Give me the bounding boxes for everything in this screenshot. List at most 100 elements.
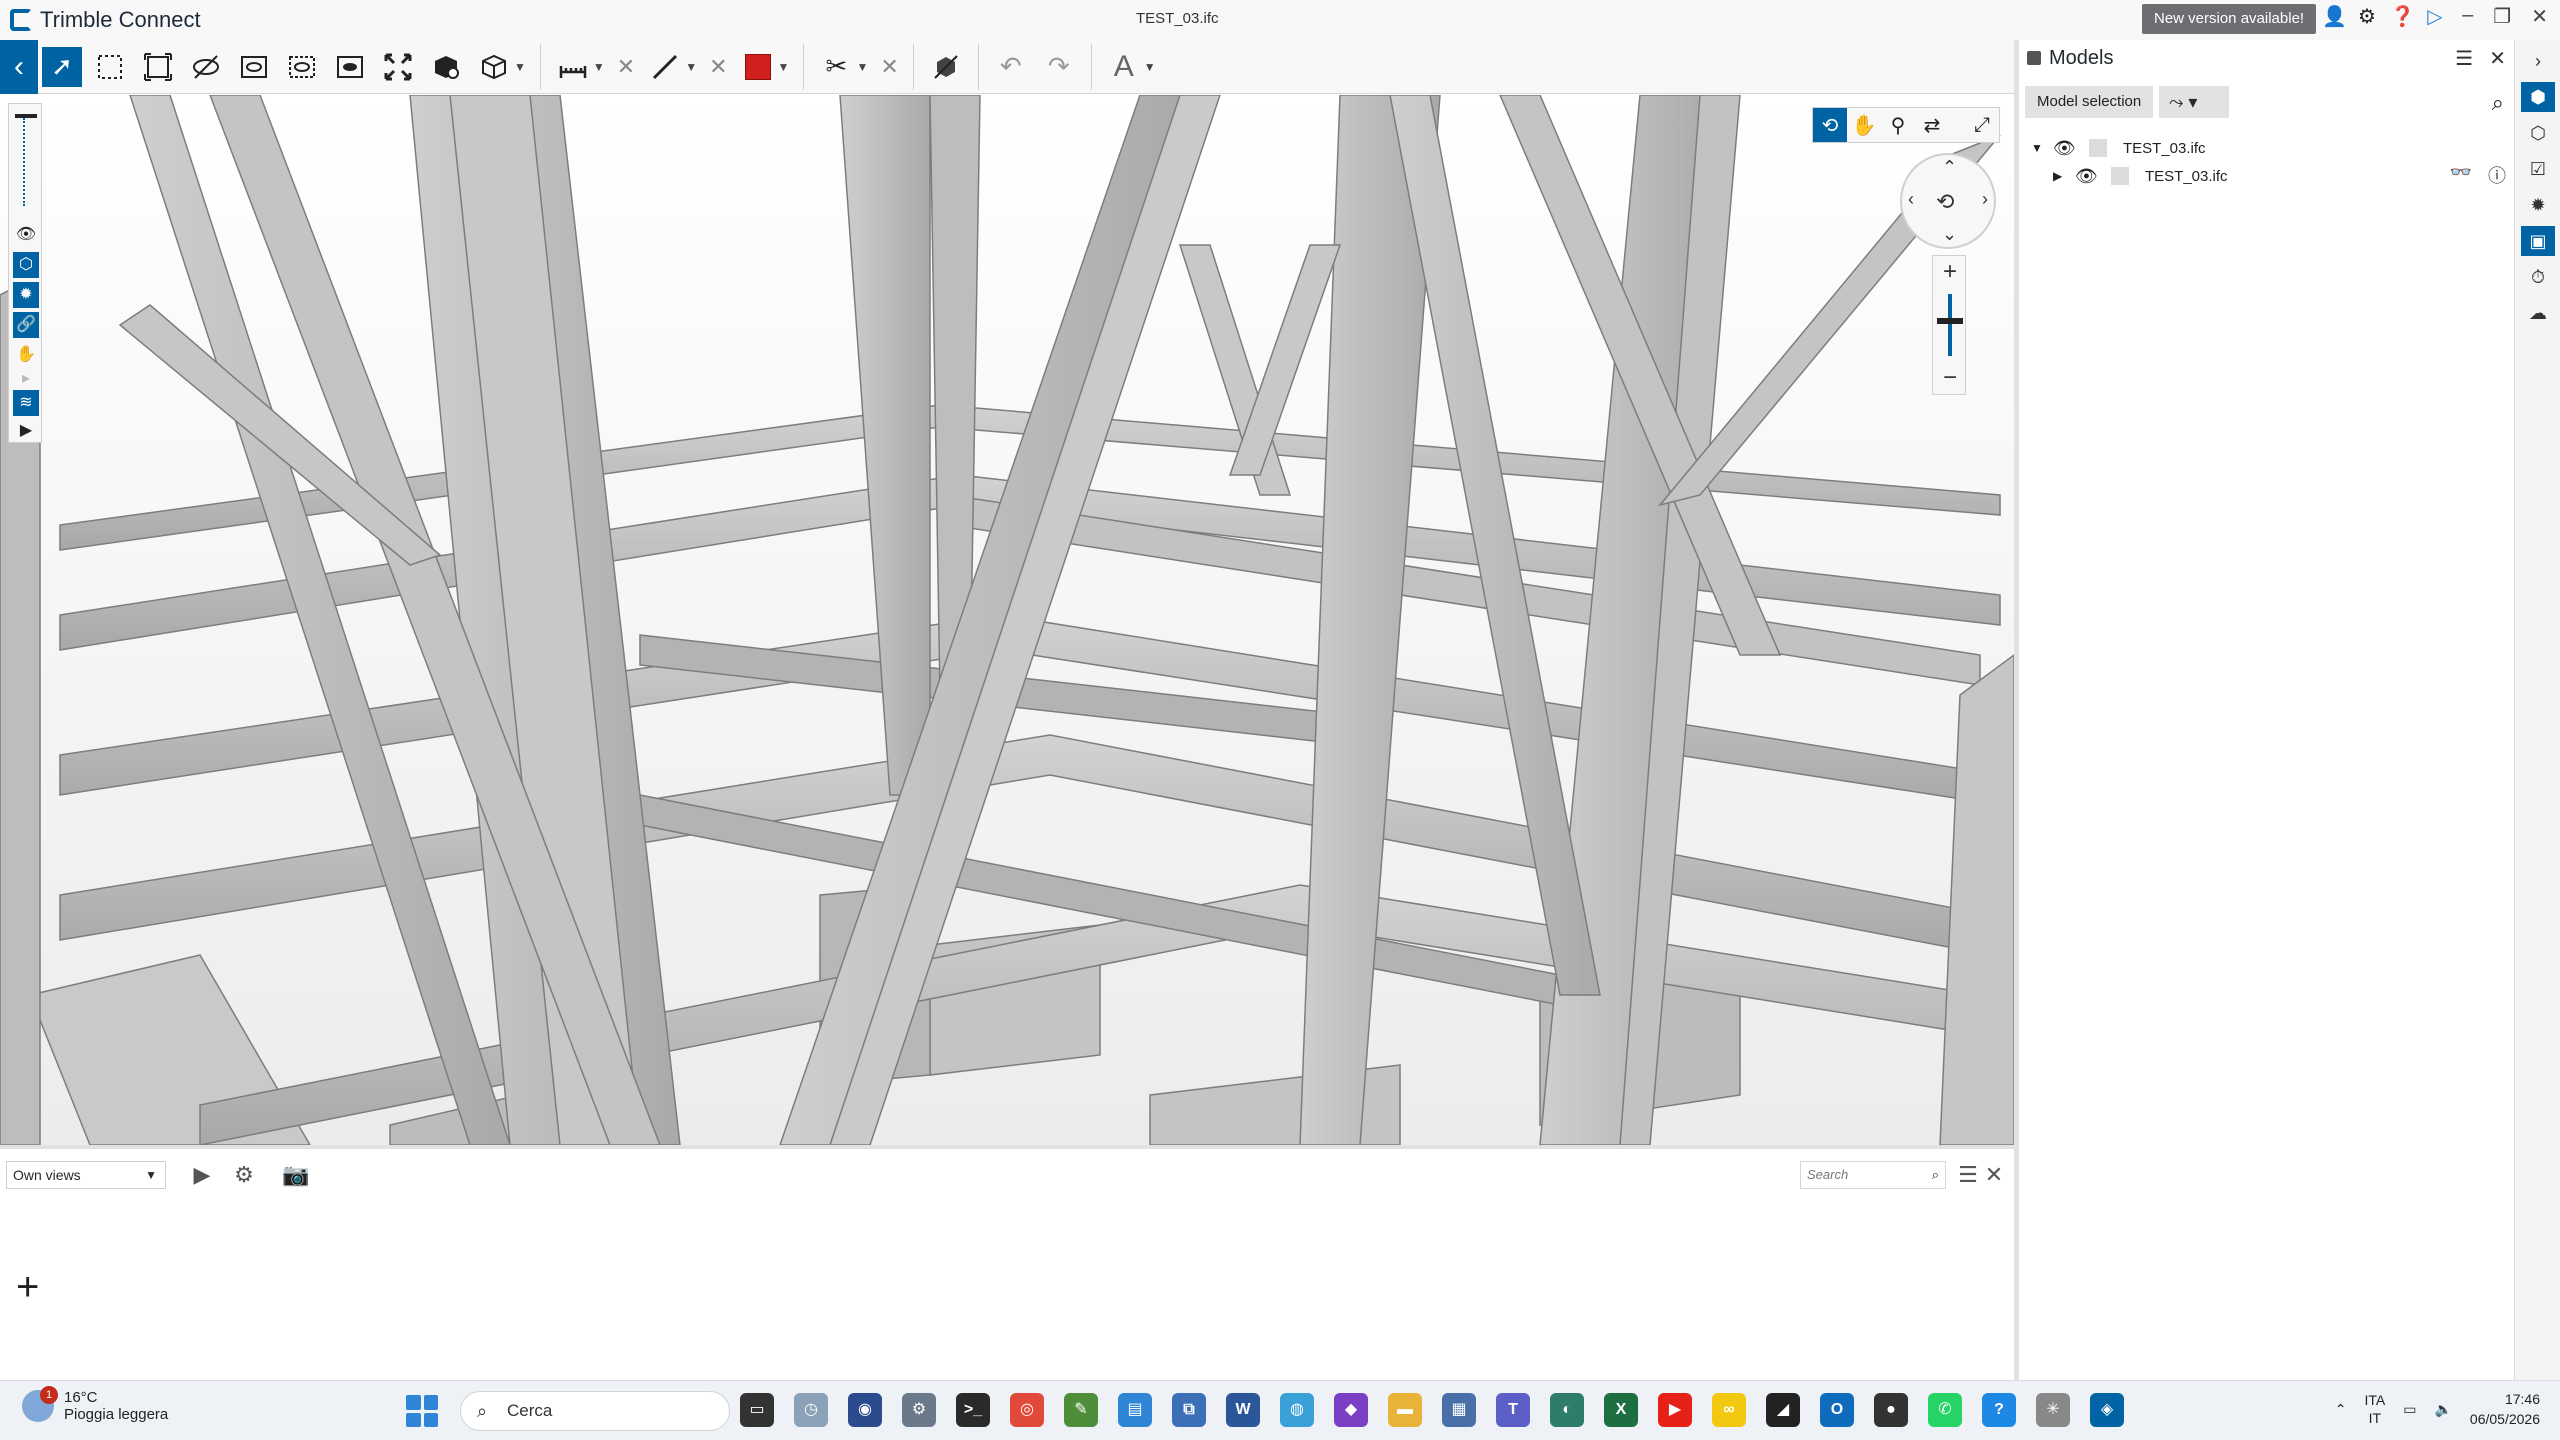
settings-app-icon[interactable]: ⚙ — [902, 1393, 936, 1427]
help-icon[interactable]: ❓ — [2390, 6, 2415, 28]
terminal-app-icon[interactable]: >_ — [956, 1393, 990, 1427]
eye-icon[interactable]: 👁 — [13, 222, 39, 248]
close-icon[interactable]: ✕ — [2489, 46, 2506, 71]
search-icon[interactable]: ⌕ — [2492, 90, 2504, 116]
markup-line-icon[interactable] — [645, 47, 685, 87]
expand-icon[interactable]: › — [2521, 46, 2555, 76]
maps-app-icon[interactable]: ◍ — [1280, 1393, 1314, 1427]
camera-app-icon[interactable]: ● — [1874, 1393, 1908, 1427]
cloud-icon[interactable]: ☁ — [2521, 298, 2555, 328]
sketchup-app-icon[interactable]: ✎ — [1064, 1393, 1098, 1427]
youtube-app-icon[interactable]: ▶ — [1658, 1393, 1692, 1427]
section-box-icon[interactable] — [282, 47, 322, 87]
cube-view-icon[interactable] — [474, 47, 514, 87]
info-icon[interactable]: ⓘ — [2488, 162, 2506, 188]
calculator-app-icon[interactable]: ▦ — [1442, 1393, 1476, 1427]
language-indicator[interactable]: ITA IT — [2365, 1391, 2386, 1427]
collapse-left-icon[interactable]: ‹ — [0, 39, 38, 94]
chevron-down-icon[interactable]: ▼ — [1144, 60, 1156, 74]
clear-measure-icon[interactable]: ✕ — [617, 54, 635, 80]
clock-app-icon[interactable]: ◷ — [794, 1393, 828, 1427]
chevron-up-icon[interactable]: ⌃ — [2335, 1401, 2347, 1418]
sticky-app-icon[interactable]: ◢ — [1766, 1393, 1800, 1427]
gear-icon[interactable]: ⚙ — [2356, 6, 2378, 28]
notepad-app-icon[interactable]: ▤ — [1118, 1393, 1152, 1427]
whatsapp-app-icon[interactable]: ✆ — [1928, 1393, 1962, 1427]
chevron-down-icon[interactable]: ▼ — [856, 60, 868, 74]
outlook-app-icon[interactable]: O — [1820, 1393, 1854, 1427]
restore-icon[interactable]: ❐ — [2493, 4, 2511, 29]
measure-icon[interactable] — [553, 47, 593, 87]
steel-structure-model[interactable] — [0, 95, 2014, 1145]
new-version-button[interactable]: New version available! — [2142, 4, 2317, 34]
close-icon[interactable]: ✕ — [2531, 4, 2548, 29]
nav-down-icon[interactable]: ⌄ — [1942, 224, 1957, 245]
section-plane-icon[interactable] — [330, 47, 370, 87]
nav-left-icon[interactable]: ‹ — [1908, 189, 1914, 210]
weather-widget[interactable]: 1 16°C Pioggia leggera — [22, 1386, 168, 1423]
object-icon[interactable]: ⬡ — [2521, 118, 2555, 148]
eye-icon[interactable]: 👁 — [2075, 166, 2099, 187]
tree-item-child[interactable]: ▶ 👁 TEST_03.ifc — [2053, 162, 2228, 190]
browser-app-icon[interactable]: ◉ — [848, 1393, 882, 1427]
gear-icon[interactable]: ⚙ — [230, 1161, 258, 1189]
clip-scissors-icon[interactable]: ✂ — [816, 47, 856, 87]
text-size-icon[interactable]: A — [1104, 47, 1144, 87]
chrome-app-icon[interactable]: ◎ — [1010, 1393, 1044, 1427]
zoom-out-icon[interactable]: − — [1933, 364, 1967, 392]
visual-studio-app-icon[interactable]: ◆ — [1334, 1393, 1368, 1427]
zoom-in-icon[interactable]: + — [1933, 258, 1967, 286]
chevron-right-icon[interactable]: ▶ — [2053, 169, 2067, 183]
fit-selection-icon[interactable] — [138, 47, 178, 87]
clock[interactable]: 17:46 06/05/2026 — [2470, 1389, 2540, 1429]
glasses-icon[interactable]: 👓 — [2450, 162, 2472, 188]
start-button[interactable] — [406, 1395, 438, 1427]
links-app-icon[interactable]: ∞ — [1712, 1393, 1746, 1427]
views-search-input[interactable]: Search ⌕ — [1800, 1161, 1946, 1189]
fullscreen-icon[interactable]: ⤢ — [1965, 108, 1999, 142]
user-icon[interactable]: 👤 — [2322, 6, 2347, 28]
nav-up-icon[interactable]: ⌃ — [1942, 157, 1957, 178]
search-icon[interactable]: ⌕ — [1932, 1162, 1939, 1188]
orbit-center-icon[interactable]: ⟲ — [1936, 189, 1954, 215]
clear-clip-icon[interactable]: ✕ — [880, 54, 898, 80]
chevron-down-icon[interactable]: ▼ — [514, 60, 526, 74]
panel-options-icon[interactable]: ☰ — [1954, 1161, 1982, 1189]
select-tool-icon[interactable]: ➚ — [42, 46, 82, 87]
volume-icon[interactable]: 🔈 — [2434, 1401, 2451, 1418]
filter-dropdown[interactable]: ⤳ ▾ — [2159, 86, 2229, 118]
panel-options-icon[interactable]: ☰ — [2455, 46, 2473, 71]
chevron-down-icon[interactable]: ▼ — [778, 60, 790, 74]
word-app-icon[interactable]: W — [1226, 1393, 1260, 1427]
hide-icon[interactable] — [186, 47, 226, 87]
chevron-down-icon[interactable]: ▼ — [593, 60, 605, 74]
file-explorer-app-icon[interactable]: ▬ — [1388, 1393, 1422, 1427]
reset-view-icon[interactable] — [926, 47, 966, 87]
undo-icon[interactable]: ↶ — [991, 47, 1031, 87]
minimize-icon[interactable]: – — [2462, 4, 2473, 29]
box-select-icon[interactable] — [90, 47, 130, 87]
zoom-knob[interactable] — [1937, 318, 1963, 324]
object-properties-icon[interactable] — [426, 47, 466, 87]
task-view-icon[interactable]: ▭ — [740, 1393, 774, 1427]
settings-icon[interactable]: ✹ — [13, 282, 39, 308]
expand-rail-icon[interactable]: ▶ — [13, 418, 39, 444]
orbit-icon[interactable]: ⟲ — [1813, 108, 1847, 142]
swap-icon[interactable]: ⇄ — [1915, 108, 1949, 142]
play-icon[interactable]: ▶ — [188, 1161, 216, 1189]
views-dropdown[interactable]: Own views ▼ — [6, 1161, 166, 1189]
eye-icon[interactable]: 👁 — [2053, 138, 2077, 159]
models-icon[interactable]: ⬢ — [2521, 82, 2555, 112]
clear-markup-icon[interactable]: ✕ — [709, 54, 727, 80]
link-icon[interactable]: 🔗 — [13, 312, 39, 338]
markup-color-icon[interactable] — [738, 47, 778, 87]
network-icon[interactable]: ▭ — [2403, 1401, 2416, 1418]
nav-right-icon[interactable]: › — [1982, 189, 1988, 210]
globe-app-icon[interactable]: ◐ — [1550, 1393, 1584, 1427]
pan-hand-icon[interactable]: ✋ — [1847, 108, 1881, 142]
camera-icon[interactable]: 📷 — [282, 1161, 310, 1189]
tekla-app-icon[interactable]: ✳ — [2036, 1393, 2070, 1427]
chevron-down-icon[interactable]: ▼ — [2031, 141, 2045, 155]
history-icon[interactable]: ⏱ — [2521, 262, 2555, 292]
3d-viewport[interactable]: 👁 ⬡ ✹ 🔗 ✋ ▸ ≋ ▶ ⟲ ✋ ⚲ ⇄ ⤢ ⌃ ⌄ ‹ › ⟲ + − — [0, 95, 2014, 1145]
